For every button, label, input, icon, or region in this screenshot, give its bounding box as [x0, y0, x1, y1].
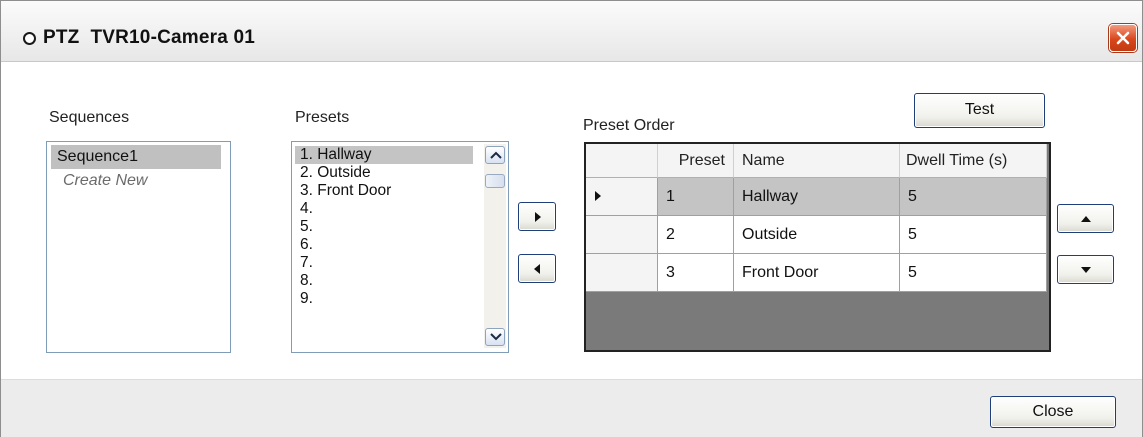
triangle-down-icon: [1081, 267, 1091, 273]
scroll-thumb[interactable]: [485, 174, 505, 188]
move-up-button[interactable]: [1057, 204, 1114, 233]
cell-name[interactable]: Outside: [734, 216, 900, 254]
window-title: PTZ TVR10-Camera 01: [43, 27, 256, 48]
presets-listbox[interactable]: 1. Hallway 2. Outside 3. Front Door 4. 5…: [291, 141, 509, 353]
row-header[interactable]: [586, 254, 658, 292]
footer-bar: Close: [1, 379, 1142, 437]
close-window-button[interactable]: [1109, 24, 1137, 52]
cell-dwell-time[interactable]: 5: [900, 216, 1047, 254]
scroll-up-button[interactable]: [485, 146, 505, 164]
cell-dwell-time[interactable]: 5: [900, 254, 1047, 292]
preset-item[interactable]: 7.: [295, 254, 473, 272]
window-icon: [23, 32, 36, 45]
row-header-corner: [586, 144, 658, 178]
preset-item[interactable]: 5.: [295, 218, 473, 236]
cell-preset[interactable]: 2: [658, 216, 734, 254]
triangle-right-icon: [535, 212, 541, 222]
cell-name[interactable]: Hallway: [734, 178, 900, 216]
triangle-up-icon: [1081, 216, 1091, 222]
row-header[interactable]: [586, 178, 658, 216]
move-down-button[interactable]: [1057, 255, 1114, 284]
sequences-label: Sequences: [49, 109, 130, 126]
preset-item[interactable]: 2. Outside: [295, 164, 473, 182]
cell-preset[interactable]: 3: [658, 254, 734, 292]
preset-item[interactable]: 8.: [295, 272, 473, 290]
preset-item[interactable]: 6.: [295, 236, 473, 254]
cell-name[interactable]: Front Door: [734, 254, 900, 292]
column-header-name[interactable]: Name: [734, 144, 900, 178]
preset-order-label: Preset Order: [583, 117, 675, 134]
title-bar[interactable]: PTZ TVR10-Camera 01: [1, 1, 1142, 62]
sequences-listbox[interactable]: Sequence1 Create New: [46, 141, 231, 353]
preset-item[interactable]: 1. Hallway: [295, 146, 473, 164]
chevron-down-icon: [490, 333, 502, 341]
ptz-dialog: PTZ TVR10-Camera 01 Sequences Sequence1 …: [0, 0, 1143, 437]
preset-item[interactable]: 9.: [295, 290, 473, 308]
preset-item[interactable]: 4.: [295, 200, 473, 218]
test-button[interactable]: Test: [914, 93, 1045, 128]
row-header[interactable]: [586, 216, 658, 254]
close-button[interactable]: Close: [990, 396, 1116, 428]
sequence-item[interactable]: Sequence1: [51, 145, 221, 169]
chevron-up-icon: [490, 151, 502, 159]
presets-scrollbar[interactable]: [484, 144, 506, 348]
remove-from-order-button[interactable]: [518, 254, 556, 283]
cell-preset[interactable]: 1: [658, 178, 734, 216]
presets-label: Presets: [295, 109, 350, 126]
add-to-order-button[interactable]: [518, 202, 556, 231]
preset-item[interactable]: 3. Front Door: [295, 182, 473, 200]
current-row-indicator-icon: [595, 191, 601, 201]
scroll-down-button[interactable]: [485, 328, 505, 346]
column-header-dwell-time[interactable]: Dwell Time (s): [900, 144, 1047, 178]
cell-dwell-time[interactable]: 5: [900, 178, 1047, 216]
preset-order-grid[interactable]: Preset Name Dwell Time (s) 1 Hallway 5 2…: [584, 142, 1051, 352]
close-icon: [1116, 31, 1130, 45]
create-new-sequence-item[interactable]: Create New: [51, 169, 221, 193]
column-header-preset[interactable]: Preset: [658, 144, 734, 178]
triangle-left-icon: [534, 264, 540, 274]
